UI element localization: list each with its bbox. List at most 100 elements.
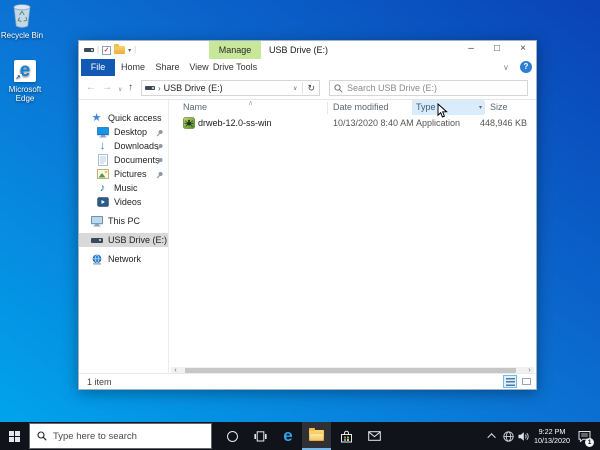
sidebar-item-network[interactable]: Network bbox=[79, 252, 168, 266]
speaker-icon bbox=[518, 431, 529, 441]
window-drive-icon bbox=[84, 48, 94, 52]
video-icon bbox=[96, 197, 109, 207]
shortcut-arrow-icon: ↗ bbox=[14, 74, 22, 82]
start-button[interactable] bbox=[0, 422, 28, 450]
breadcrumb-path[interactable]: USB Drive (E:) bbox=[164, 83, 223, 93]
drweb-app-icon bbox=[183, 117, 195, 131]
properties-icon[interactable]: ✓ bbox=[102, 45, 112, 55]
chevron-up-icon bbox=[487, 433, 496, 442]
minimize-button[interactable]: – bbox=[458, 41, 484, 58]
search-icon bbox=[37, 431, 47, 441]
mail-button[interactable] bbox=[361, 422, 387, 450]
pin-icon bbox=[156, 143, 163, 153]
ribbon-tabs: File Home Share View Drive Tools ∨ ? bbox=[79, 59, 536, 76]
sidebar-item-music[interactable]: ♪ Music bbox=[79, 181, 168, 195]
large-icons-view-button[interactable] bbox=[519, 375, 533, 388]
file-name[interactable]: drweb-12.0-ss-win bbox=[198, 118, 272, 128]
task-view-icon bbox=[253, 430, 267, 441]
tray-clock[interactable]: 9:22 PM 10/13/2020 bbox=[532, 427, 572, 445]
forward-button[interactable]: → bbox=[102, 81, 112, 95]
sidebar-item-downloads[interactable]: ↓ Downloads bbox=[79, 139, 168, 153]
column-header-name[interactable]: Name bbox=[183, 102, 207, 112]
address-bar[interactable]: › USB Drive (E:) ∨ ↻ bbox=[141, 80, 320, 96]
file-explorer-taskbar-button[interactable] bbox=[302, 422, 331, 450]
desktop-icon-recycle-bin[interactable]: Recycle Bin bbox=[0, 4, 48, 40]
desktop-icon-label: Microsoft Edge bbox=[8, 85, 42, 103]
manage-contextual-tab[interactable]: Manage bbox=[209, 41, 261, 59]
sidebar-item-pictures[interactable]: Pictures bbox=[79, 167, 168, 181]
help-icon[interactable]: ? bbox=[520, 61, 532, 73]
ribbon-collapse-icon[interactable]: ∨ bbox=[503, 63, 509, 72]
network-tray-button[interactable] bbox=[501, 422, 516, 450]
sidebar-item-desktop[interactable]: Desktop bbox=[79, 125, 168, 139]
breadcrumb-separator: › bbox=[158, 83, 161, 93]
computer-icon bbox=[90, 215, 103, 226]
refresh-icon[interactable]: ↻ bbox=[306, 83, 316, 94]
usb-drive-icon bbox=[90, 237, 103, 243]
search-icon bbox=[334, 83, 343, 93]
column-header-type[interactable]: Type ▾ bbox=[412, 100, 484, 115]
column-header-size[interactable]: Size bbox=[490, 102, 508, 112]
maximize-button[interactable]: □ bbox=[484, 41, 510, 58]
network-globe-icon bbox=[503, 430, 514, 442]
desktop-icon-microsoft-edge[interactable]: e ↗ Microsoft Edge bbox=[0, 60, 50, 103]
explorer-search-input[interactable] bbox=[347, 83, 523, 93]
star-icon: ★ bbox=[91, 111, 102, 124]
column-header-date-modified[interactable]: Date modified bbox=[333, 102, 389, 112]
up-button[interactable]: ↑ bbox=[128, 81, 133, 95]
sidebar-item-videos[interactable]: Videos bbox=[79, 195, 168, 209]
download-arrow-icon: ↓ bbox=[99, 139, 106, 152]
desktop-icon bbox=[96, 126, 109, 137]
tab-home[interactable]: Home bbox=[115, 59, 151, 76]
notification-badge: 1 bbox=[585, 438, 594, 447]
large-icons-view-icon bbox=[521, 378, 531, 385]
clock-time: 9:22 PM bbox=[538, 427, 566, 436]
taskbar: e bbox=[0, 422, 600, 450]
explorer-search-box[interactable] bbox=[329, 80, 528, 96]
desktop-icon-label: Recycle Bin bbox=[0, 31, 44, 40]
status-bar: 1 item bbox=[79, 373, 536, 389]
file-explorer-window: | ✓ ▾ | Manage USB Drive (E:) – □ × File… bbox=[78, 40, 537, 390]
filter-dropdown-icon[interactable]: ▾ bbox=[479, 104, 482, 111]
address-dropdown-icon[interactable]: ∨ bbox=[293, 85, 299, 92]
title-bar[interactable]: | ✓ ▾ | Manage USB Drive (E:) – □ × bbox=[79, 41, 536, 59]
document-icon bbox=[97, 154, 108, 166]
tab-file[interactable]: File bbox=[81, 59, 115, 76]
pin-icon bbox=[156, 171, 163, 181]
volume-tray-button[interactable] bbox=[516, 422, 532, 450]
sidebar-item-usb-drive[interactable]: USB Drive (E:) bbox=[79, 233, 168, 247]
sidebar-item-documents[interactable]: Documents bbox=[79, 153, 168, 167]
sidebar-item-this-pc[interactable]: This PC bbox=[79, 214, 168, 228]
address-row: ← → ∨ ↑ › USB Drive (E:) ∨ ↻ bbox=[79, 77, 536, 100]
new-folder-icon[interactable] bbox=[114, 44, 126, 54]
details-view-button[interactable] bbox=[503, 375, 517, 388]
taskbar-search-box[interactable] bbox=[29, 423, 212, 449]
item-count: 1 item bbox=[87, 377, 112, 387]
back-button[interactable]: ← bbox=[86, 81, 96, 95]
qat-customize-icon[interactable]: ▾ bbox=[128, 47, 131, 54]
file-row[interactable]: drweb-12.0-ss-win 10/13/2020 8:40 AM App… bbox=[170, 116, 535, 130]
microsoft-store-button[interactable] bbox=[333, 422, 359, 450]
recycle-bin-icon bbox=[13, 4, 31, 28]
edge-icon: e bbox=[283, 426, 293, 445]
recent-locations-icon[interactable]: ∨ bbox=[118, 83, 122, 97]
action-center-button[interactable]: 1 bbox=[572, 422, 596, 450]
quick-access-toolbar: | ✓ ▾ | bbox=[84, 44, 136, 56]
folder-icon bbox=[309, 427, 324, 441]
task-view-button[interactable] bbox=[247, 422, 273, 450]
tab-drive-tools[interactable]: Drive Tools bbox=[209, 59, 261, 76]
sidebar-item-quick-access[interactable]: ★ Quick access bbox=[79, 111, 168, 125]
network-globe-icon bbox=[92, 253, 101, 264]
tray-show-hidden-icons-button[interactable] bbox=[486, 422, 500, 450]
taskbar-search-input[interactable] bbox=[53, 430, 204, 442]
file-date-modified: 10/13/2020 8:40 AM bbox=[333, 118, 414, 128]
close-button[interactable]: × bbox=[510, 41, 536, 58]
pin-icon bbox=[156, 129, 163, 139]
mail-envelope-icon bbox=[367, 431, 381, 441]
navigation-pane: ★ Quick access Desktop ↓ Downloads Docum… bbox=[79, 100, 169, 373]
tab-share[interactable]: Share bbox=[151, 59, 184, 76]
windows-logo-icon bbox=[8, 430, 20, 442]
edge-icon: e ↗ bbox=[14, 60, 36, 82]
edge-taskbar-button[interactable]: e bbox=[275, 422, 301, 450]
cortana-button[interactable] bbox=[219, 422, 245, 450]
